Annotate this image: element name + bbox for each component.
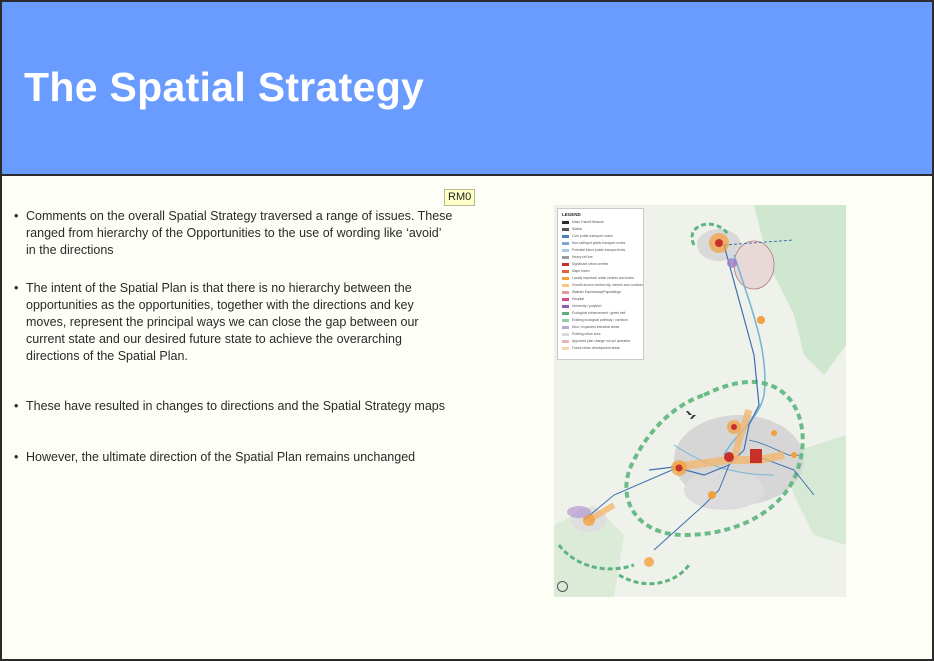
legend-item: Growth around central city, centres and … [562, 283, 643, 287]
legend-label: Potential future public transport links [572, 248, 626, 252]
legend-label: Existing urban area [572, 332, 601, 336]
legend-item: Significant urban centres [562, 262, 608, 266]
legend-item: Station [562, 227, 582, 231]
bullet-icon: • [14, 281, 19, 295]
bullet-text: These have resulted in changes to direct… [26, 399, 446, 413]
legend-item: University / polytech [562, 304, 602, 308]
legend-swatch [562, 283, 569, 287]
legend-swatch [562, 297, 569, 301]
legend-swatch [562, 311, 569, 315]
legend-label: Mass Transit Network [572, 220, 604, 224]
legend-item: Hospital [562, 297, 584, 301]
legend-label: Future urban development areas [572, 346, 620, 350]
slide-title: The Spatial Strategy [24, 64, 425, 110]
legend-item: Heavy rail line [562, 255, 593, 259]
legend-item: Future urban development areas [562, 346, 620, 350]
legend-swatch [562, 227, 569, 231]
legend-item: Locally important urban centres and town… [562, 276, 634, 280]
legend-title: LEGEND [562, 212, 581, 217]
bullet-text: However, the ultimate direction of the S… [26, 450, 416, 464]
bullet-item: • The intent of the Spatial Plan is that… [14, 280, 454, 365]
bullet-item: • However, the ultimate direction of the… [14, 449, 454, 466]
bullet-item: • These have resulted in changes to dire… [14, 398, 454, 415]
legend-label: Growth around central city, centres and … [572, 283, 644, 287]
bullet-icon: • [14, 450, 19, 464]
legend-swatch [562, 304, 569, 308]
legend-swatch [562, 248, 569, 252]
legend-swatch [562, 339, 569, 343]
bullet-icon: • [14, 399, 19, 413]
legend-item: Core public transport routes [562, 234, 613, 238]
legend-label: Approved plan change not yet operative [572, 339, 631, 343]
legend-swatch [562, 332, 569, 336]
legend-label: Significant urban centres [572, 262, 609, 266]
legend-item: Approved plan change not yet operative [562, 339, 630, 343]
bullet-text: Comments on the overall Spatial Strategy… [26, 209, 453, 257]
legend-label: Hospital [572, 297, 584, 301]
legend-label: Ecological enhancement / green belt [572, 311, 626, 315]
map-legend: LEGEND Mass Transit Network Station Core… [557, 208, 644, 360]
bullet-item: • Comments on the overall Spatial Strate… [14, 208, 454, 259]
spatial-strategy-map: LEGEND Mass Transit Network Station Core… [554, 205, 846, 597]
legend-swatch [562, 234, 569, 238]
legend-label: Waikato Expressway/Papakāinga [572, 290, 621, 294]
legend-label: Core public transport routes [572, 234, 613, 238]
legend-swatch [562, 255, 569, 259]
legend-item: Mass Transit Network [562, 220, 604, 224]
legend-label: Major towns [572, 269, 590, 273]
legend-swatch [562, 325, 569, 329]
legend-item: Non-rail/rapid public transport routes [562, 241, 625, 245]
legend-swatch [562, 269, 569, 273]
legend-label: New / expanded industrial areas [572, 325, 620, 329]
legend-label: Non-rail/rapid public transport routes [572, 241, 626, 245]
legend-item: Ecological enhancement / green belt [562, 311, 625, 315]
legend-item: Potential future public transport links [562, 248, 625, 252]
legend-swatch [562, 290, 569, 294]
legend-item: Major towns [562, 269, 590, 273]
legend-item: New / expanded industrial areas [562, 325, 619, 329]
legend-swatch [562, 262, 569, 266]
legend-label: Existing ecological pathway / corridors [572, 318, 628, 322]
legend-swatch [562, 241, 569, 245]
title-bar: The Spatial Strategy [2, 2, 932, 176]
legend-label: Locally important urban centres and town… [572, 276, 634, 280]
legend-swatch [562, 220, 569, 224]
legend-swatch [562, 318, 569, 322]
legend-swatch [562, 346, 569, 350]
north-arrow-icon [557, 581, 568, 592]
legend-label: University / polytech [572, 304, 602, 308]
legend-swatch [562, 276, 569, 280]
legend-label: Heavy rail line [572, 255, 593, 259]
bullet-icon: • [14, 209, 19, 223]
legend-item: Existing ecological pathway / corridors [562, 318, 628, 322]
slide: The Spatial Strategy RM0 • Comments on t… [0, 0, 934, 661]
comment-marker[interactable]: RM0 [444, 189, 476, 206]
bullet-text: The intent of the Spatial Plan is that t… [26, 281, 419, 363]
legend-item: Waikato Expressway/Papakāinga [562, 290, 621, 294]
legend-item: Existing urban area [562, 332, 600, 336]
legend-label: Station [572, 227, 583, 231]
